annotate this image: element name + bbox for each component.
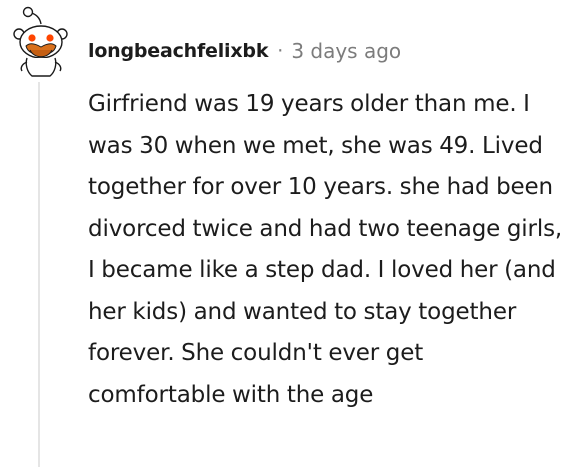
thread-collapse-line[interactable]: [38, 82, 40, 467]
username-link[interactable]: longbeachfelixbk: [88, 40, 268, 62]
comment-meta: longbeachfelixbk · 3 days ago: [88, 36, 401, 66]
timestamp-link[interactable]: 3 days ago: [291, 39, 401, 63]
comment-body: Girfriend was 19 years older than me. I …: [88, 91, 563, 408]
meta-separator: ·: [277, 40, 284, 62]
snoo-avatar-icon[interactable]: [10, 4, 72, 78]
comment: longbeachfelixbk · 3 days ago Girfriend …: [0, 0, 581, 467]
